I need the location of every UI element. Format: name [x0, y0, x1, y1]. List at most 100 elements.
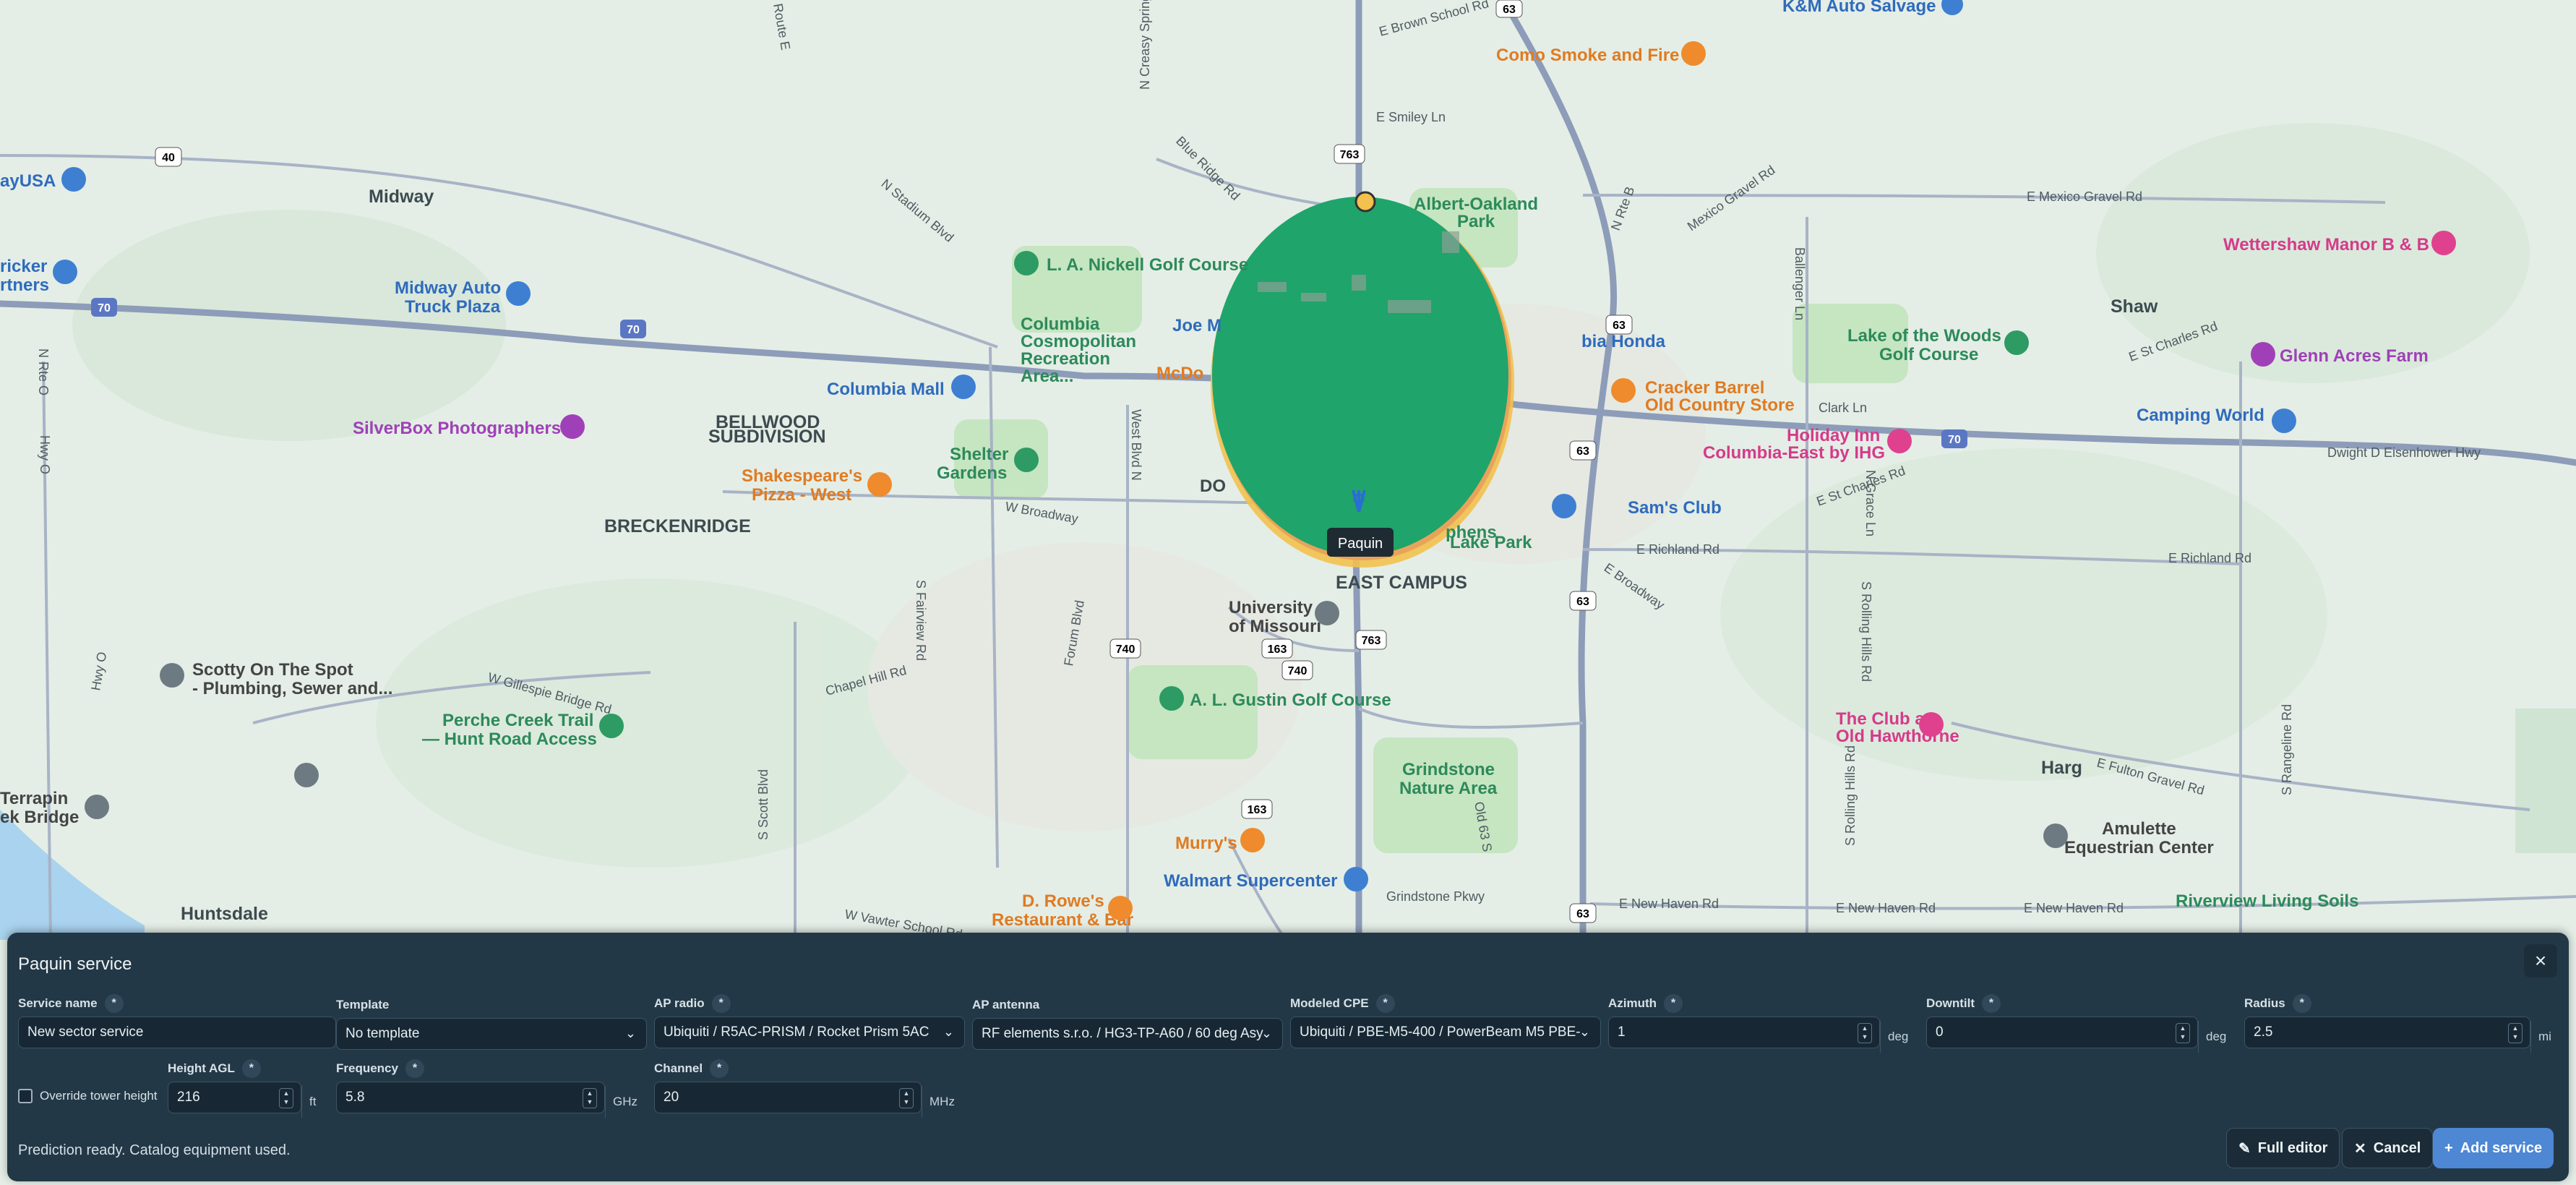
svg-text:L. A. Nickell Golf Course: L. A. Nickell Golf Course — [1047, 255, 1248, 275]
place-shaw: Shaw — [2111, 296, 2158, 317]
status-text: Prediction ready. Catalog equipment used… — [18, 1142, 291, 1158]
svg-text:Golf Course: Golf Course — [1879, 345, 1978, 364]
restaurant-icon — [1681, 41, 1706, 66]
stepper-icon[interactable]: ▲ ▼ — [1858, 1023, 1872, 1043]
farm-icon — [2251, 342, 2275, 367]
downtilt-field: Downtilt * 0 ▲ ▼ deg — [1926, 994, 2237, 1053]
svg-text:— Hunt Road Access: — Hunt Road Access — [422, 730, 597, 749]
svg-text:Park: Park — [1457, 212, 1495, 231]
svg-text:S Rolling Hills Rd: S Rolling Hills Rd — [1843, 745, 1858, 846]
restaurant-icon — [867, 472, 892, 497]
svg-text:Como Smoke and Fire: Como Smoke and Fire — [1496, 46, 1679, 65]
restaurant-icon — [1611, 378, 1636, 403]
channel-unit: MHz — [922, 1086, 965, 1118]
template-select[interactable]: No template ⌄ — [336, 1018, 647, 1050]
chevron-down-icon: ⌄ — [1261, 1026, 1272, 1040]
svg-text:Scotty On The Spot: Scotty On The Spot — [192, 660, 353, 680]
radius-input[interactable]: 2.5 ▲ ▼ — [2244, 1017, 2530, 1048]
svg-text:Columbia: Columbia — [1021, 315, 1100, 334]
hotel-icon — [1887, 429, 1912, 453]
svg-text:S Scott Blvd: S Scott Blvd — [756, 769, 770, 840]
svg-text:A. L. Gustin Golf Course: A. L. Gustin Golf Course — [1190, 690, 1391, 710]
camera-icon — [560, 414, 585, 439]
service-name-input[interactable]: New sector service — [18, 1017, 336, 1048]
ap-radio-select[interactable]: Ubiquiti / R5AC-PRISM / Rocket Prism 5AC… — [654, 1017, 965, 1048]
stepper-icon[interactable]: ▲ ▼ — [2508, 1023, 2523, 1043]
svg-text:E Richland Rd: E Richland Rd — [1636, 542, 1720, 557]
svg-text:70: 70 — [1948, 434, 1961, 446]
svg-text:ricker: ricker — [0, 257, 47, 276]
downtilt-label: Downtilt — [1926, 996, 1975, 1010]
override-tower-label: Override tower height — [40, 1089, 158, 1103]
full-editor-button[interactable]: ✎ Full editor — [2226, 1128, 2340, 1168]
svg-text:E New Haven Rd: E New Haven Rd — [1619, 897, 1719, 911]
svg-text:Ballenger Ln: Ballenger Ln — [1793, 247, 1807, 320]
svg-text:SilverBox Photographers: SilverBox Photographers — [353, 419, 561, 438]
svg-text:E Richland Rd: E Richland Rd — [2168, 551, 2251, 565]
svg-text:Clark Ln: Clark Ln — [1819, 401, 1867, 415]
height-agl-input[interactable]: 216 ▲ ▼ — [168, 1082, 301, 1113]
add-service-button[interactable]: + Add service — [2433, 1128, 2554, 1168]
service-name-label: Service name — [18, 996, 98, 1010]
chevron-down-icon: ⌄ — [624, 1026, 636, 1040]
stepper-icon[interactable]: ▲ ▼ — [279, 1088, 293, 1108]
coverage-overlay — [1211, 197, 1514, 568]
tree-icon — [599, 714, 624, 738]
shopping-icon — [506, 281, 531, 306]
service-panel: Paquin service × Service name * New secto… — [7, 933, 2569, 1181]
close-button[interactable]: × — [2524, 944, 2557, 977]
pin-icon — [160, 663, 184, 688]
frequency-unit: GHz — [605, 1086, 647, 1118]
azimuth-input[interactable]: 1 ▲ ▼ — [1608, 1017, 1880, 1048]
channel-label: Channel — [654, 1061, 703, 1075]
svg-text:University: University — [1229, 598, 1313, 617]
channel-input[interactable]: 20 ▲ ▼ — [654, 1082, 922, 1113]
hotel-icon — [1919, 712, 1944, 737]
edit-icon: ✎ — [2238, 1140, 2251, 1157]
svg-text:E Mexico Gravel Rd: E Mexico Gravel Rd — [2027, 189, 2142, 204]
modeled-cpe-select[interactable]: Ubiquiti / PBE-M5-400 / PowerBeam M5 PBE… — [1290, 1017, 1601, 1048]
service-name-field: Service name * New sector service — [18, 994, 336, 1048]
svg-text:Pizza - West: Pizza - West — [752, 485, 851, 505]
svg-text:S Rolling Hills Rd: S Rolling Hills Rd — [1859, 581, 1873, 682]
svg-text:Terrapin: Terrapin — [0, 789, 68, 808]
stepper-icon[interactable]: ▲ ▼ — [2176, 1023, 2190, 1043]
svg-text:Joe M: Joe M — [1172, 316, 1222, 335]
stepper-icon[interactable]: ▲ ▼ — [899, 1088, 914, 1108]
cancel-button[interactable]: ✕ Cancel — [2342, 1128, 2434, 1168]
tower-label: Paquin — [1338, 536, 1383, 552]
frequency-input[interactable]: 5.8 ▲ ▼ — [336, 1082, 605, 1113]
svg-text:763: 763 — [1340, 149, 1360, 161]
pin-icon — [294, 763, 319, 787]
svg-text:70: 70 — [627, 324, 640, 336]
school-icon — [1315, 601, 1339, 625]
svg-text:Cosmopolitan: Cosmopolitan — [1021, 332, 1136, 351]
svg-text:Grindstone Pkwy: Grindstone Pkwy — [1386, 889, 1485, 904]
svg-text:McDo: McDo — [1156, 364, 1203, 383]
restaurant-icon — [1240, 828, 1265, 852]
svg-text:West Blvd N: West Blvd N — [1129, 409, 1143, 481]
svg-text:Columbia Mall: Columbia Mall — [827, 380, 945, 399]
downtilt-input[interactable]: 0 ▲ ▼ — [1926, 1017, 2198, 1048]
svg-text:Old Country Store: Old Country Store — [1645, 395, 1795, 415]
override-tower-checkbox[interactable] — [18, 1089, 33, 1103]
panel-title: Paquin service — [18, 954, 132, 974]
ap-antenna-select[interactable]: RF elements s.r.o. / HG3-TP-A60 / 60 deg… — [972, 1018, 1283, 1050]
svg-text:Albert-Oakland: Albert-Oakland — [1414, 194, 1538, 214]
pin-icon — [2043, 823, 2068, 848]
svg-text:Perche Creek Trail: Perche Creek Trail — [442, 711, 593, 730]
stepper-icon[interactable]: ▲ ▼ — [583, 1088, 597, 1108]
svg-text:Wettershaw Manor B & B: Wettershaw Manor B & B — [2223, 235, 2429, 254]
svg-text:N Creasy Springs: N Creasy Springs — [1138, 0, 1152, 90]
shopping-icon — [53, 260, 77, 284]
svg-text:E New Haven Rd: E New Haven Rd — [1836, 901, 1936, 915]
svg-text:rtners: rtners — [0, 275, 49, 295]
radius-label: Radius — [2244, 996, 2285, 1010]
svg-text:DO: DO — [1200, 476, 1226, 496]
restaurant-icon — [1108, 896, 1133, 920]
azimuth-field: Azimuth * 1 ▲ ▼ deg — [1608, 994, 1919, 1053]
place-harg: Harg — [2041, 758, 2082, 778]
svg-text:- Plumbing, Sewer and...: - Plumbing, Sewer and... — [192, 679, 392, 698]
svg-text:Holiday Inn: Holiday Inn — [1787, 426, 1880, 445]
shopping-icon — [61, 167, 86, 192]
